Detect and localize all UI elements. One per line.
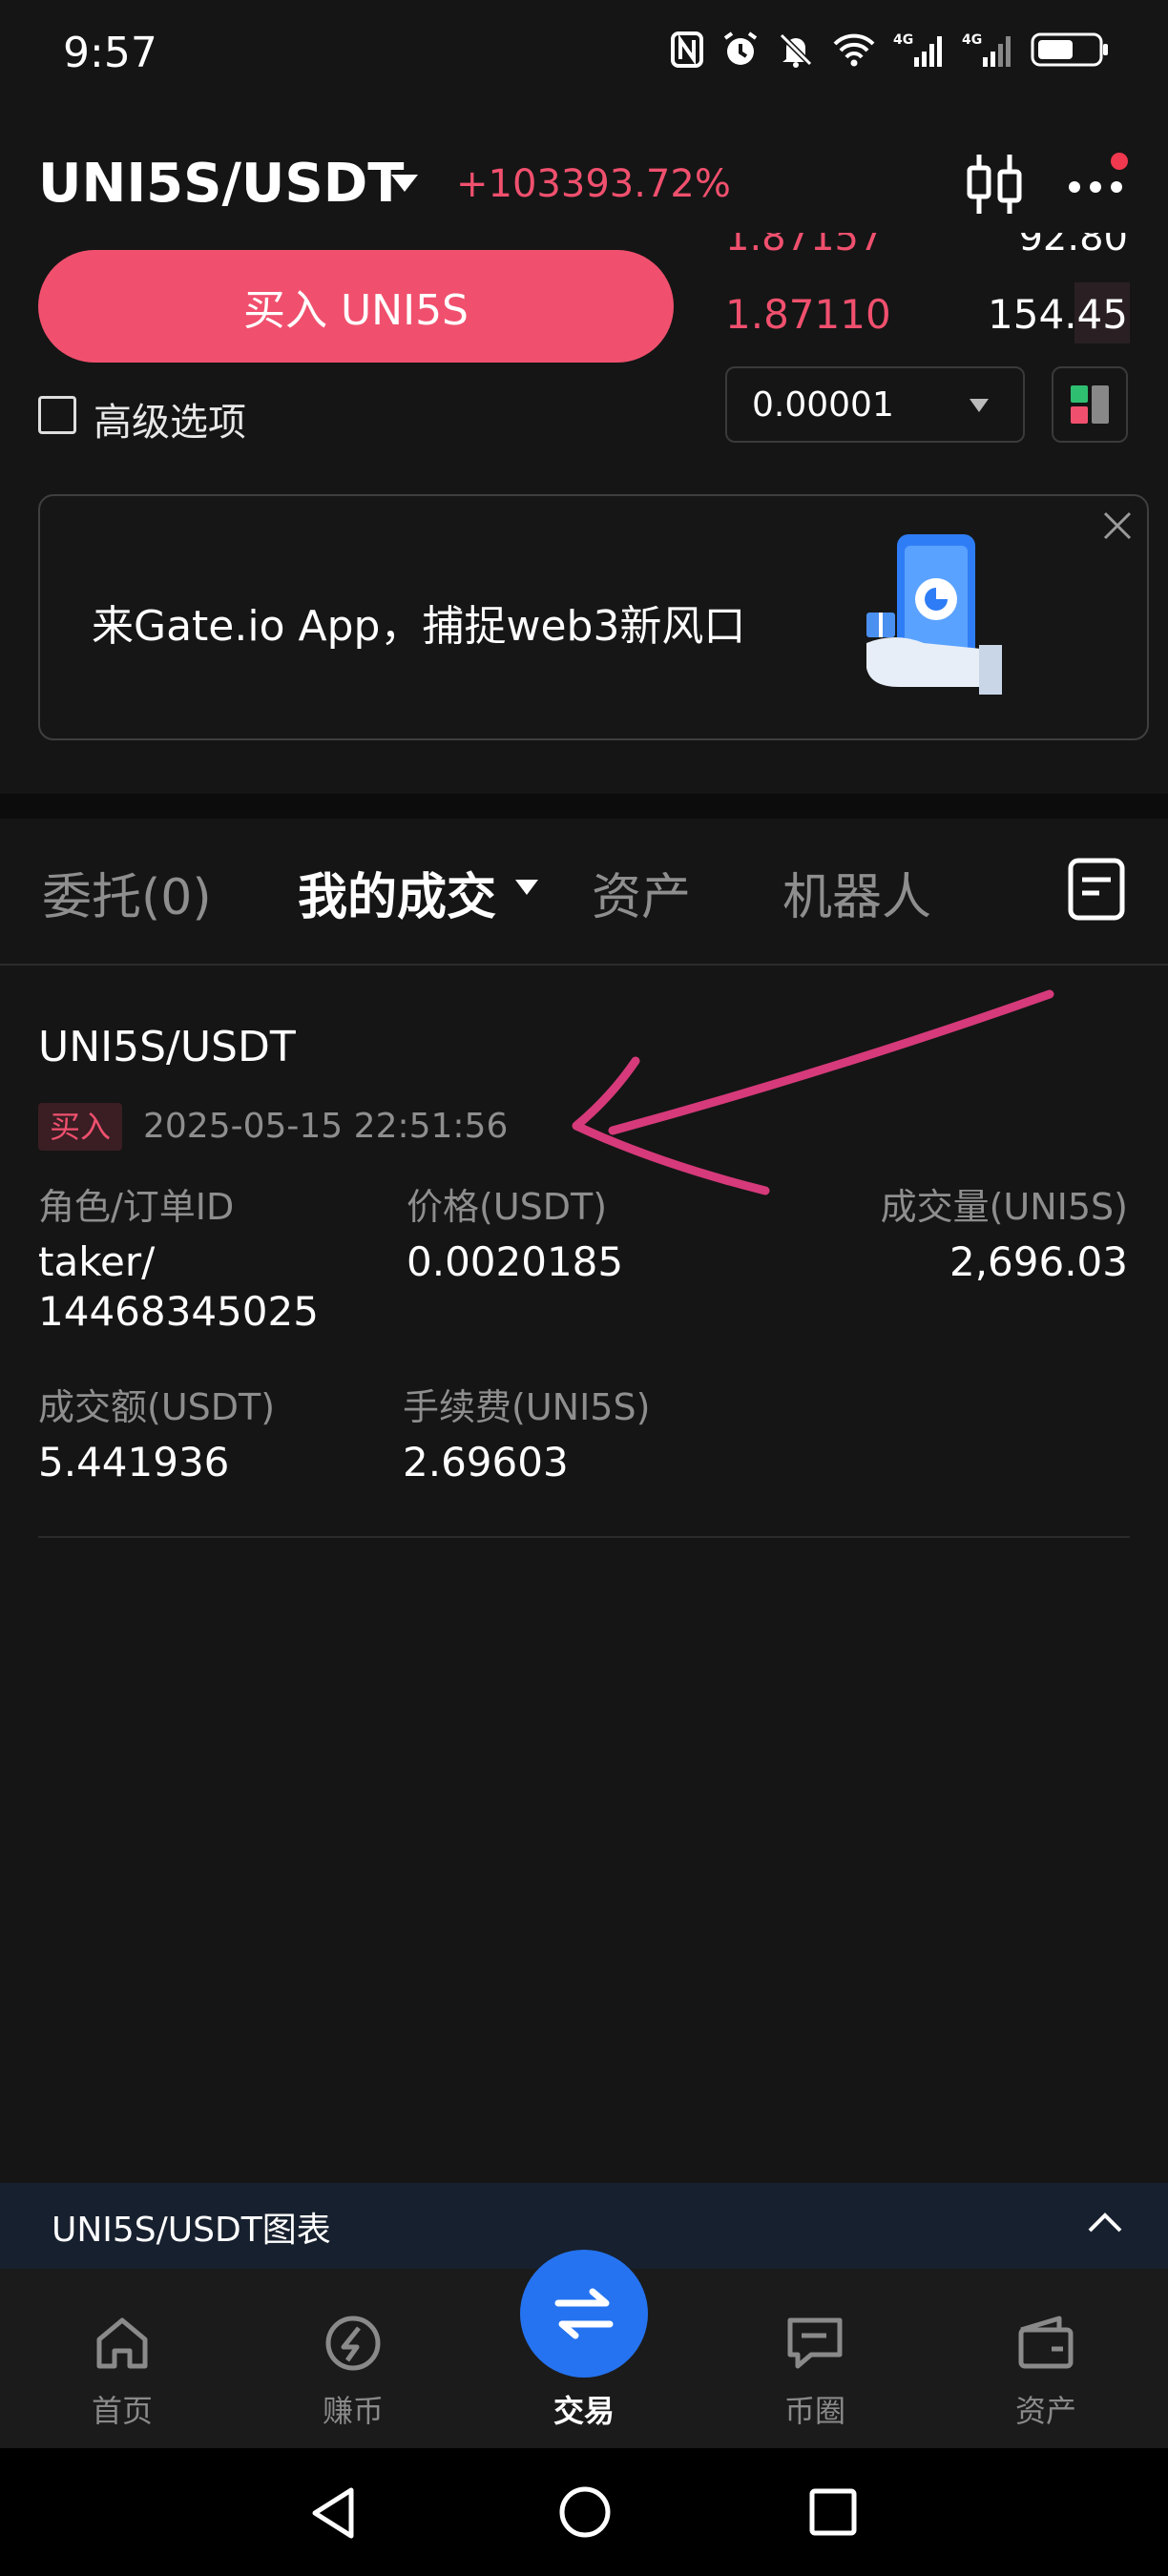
recents-icon[interactable] bbox=[807, 2486, 859, 2538]
notification-dot bbox=[1111, 153, 1128, 170]
trade-pair: UNI5S/USDT bbox=[38, 1023, 296, 1071]
wifi-icon bbox=[832, 32, 876, 67]
nfc-icon bbox=[670, 31, 704, 69]
phone-illustration-icon bbox=[861, 530, 1013, 706]
nav-community-label: 币圈 bbox=[783, 2393, 845, 2429]
layout-icon bbox=[1071, 385, 1109, 424]
pair-dropdown-icon[interactable] bbox=[391, 175, 418, 192]
mute-icon bbox=[777, 31, 815, 69]
nav-home-label: 首页 bbox=[91, 2393, 153, 2429]
amount-value: 5.441936 bbox=[38, 1439, 230, 1485]
close-icon[interactable] bbox=[1101, 509, 1134, 546]
nav-trade-button[interactable] bbox=[520, 2250, 648, 2378]
home-circle-icon[interactable] bbox=[557, 2484, 613, 2540]
promo-banner[interactable]: 来Gate.io App，捕捉web3新风口 bbox=[38, 494, 1149, 740]
promo-banner-text: 来Gate.io App，捕捉web3新风口 bbox=[92, 602, 746, 651]
nav-earn-label: 赚币 bbox=[322, 2393, 384, 2429]
chevron-down-icon bbox=[970, 399, 989, 412]
wallet-icon bbox=[1018, 2316, 1074, 2369]
trade-swap-icon bbox=[554, 2288, 614, 2339]
chart-toggle-label: UNI5S/USDT图表 bbox=[52, 2211, 331, 2250]
tab-assets[interactable]: 资产 bbox=[592, 857, 691, 928]
nav-assets[interactable]: 资产 bbox=[970, 2311, 1122, 2431]
precision-value: 0.00001 bbox=[752, 384, 894, 425]
trade-time: 2025-05-15 22:51:56 bbox=[143, 1107, 509, 1146]
side-badge: 买入 bbox=[38, 1103, 123, 1151]
earn-icon bbox=[325, 2316, 381, 2371]
document-icon[interactable] bbox=[1067, 857, 1126, 925]
back-icon[interactable] bbox=[307, 2484, 361, 2542]
annotation-arrow-icon bbox=[572, 989, 1054, 1195]
signal-4g-icon: 4G bbox=[893, 31, 945, 69]
status-bar: 9:57 4G 4G bbox=[0, 0, 1168, 114]
advanced-options-checkbox[interactable] bbox=[38, 396, 76, 434]
app-screen: 9:57 4G 4G UNI5S/USDT +103393.72% 买入 UNI… bbox=[0, 0, 1168, 2576]
price-change: +103393.72% bbox=[456, 162, 731, 206]
system-nav-bar bbox=[0, 2448, 1168, 2576]
bottom-nav: 首页 赚币 交易 币圈 资产 bbox=[0, 2250, 1168, 2448]
candlestick-chart-icon[interactable] bbox=[964, 151, 1025, 221]
orderbook-ask-qty: 92.80 bbox=[1018, 233, 1128, 260]
fee-label: 手续费(UNI5S) bbox=[403, 1386, 651, 1428]
orderbook-ask-price[interactable]: 1.87110 bbox=[725, 291, 891, 338]
fee-value: 2.69603 bbox=[403, 1439, 569, 1485]
tab-my-trades[interactable]: 我的成交 bbox=[298, 857, 496, 928]
amount-label: 成交额(USDT) bbox=[38, 1386, 276, 1428]
buy-button[interactable]: 买入 UNI5S bbox=[38, 250, 674, 363]
signal-4g-icon: 4G bbox=[962, 31, 1013, 69]
order-tabs: 委托(0) 我的成交 资产 机器人 bbox=[0, 819, 1168, 966]
price-value: 0.0020185 bbox=[407, 1238, 624, 1285]
advanced-options-label[interactable]: 高级选项 bbox=[94, 391, 246, 447]
nav-assets-label: 资产 bbox=[1014, 2393, 1076, 2429]
orderbook-ask-qty: 154.45 bbox=[988, 291, 1128, 338]
svg-text:4G: 4G bbox=[893, 32, 913, 48]
chevron-down-icon[interactable] bbox=[515, 880, 538, 895]
svg-text:4G: 4G bbox=[962, 32, 982, 48]
nav-trade-label[interactable]: 交易 bbox=[520, 2387, 648, 2431]
precision-select[interactable]: 0.00001 bbox=[725, 366, 1025, 443]
orderbook-layout-button[interactable] bbox=[1052, 366, 1128, 443]
pair-selector[interactable]: UNI5S/USDT bbox=[38, 153, 404, 215]
orderbook-ask-price: 1.87157 bbox=[725, 233, 884, 260]
nav-earn[interactable]: 赚币 bbox=[277, 2311, 429, 2431]
community-icon bbox=[787, 2317, 843, 2369]
record-divider bbox=[38, 1536, 1130, 1538]
status-time: 9:57 bbox=[63, 29, 157, 77]
tab-bots[interactable]: 机器人 bbox=[782, 857, 931, 928]
chevron-up-icon[interactable] bbox=[1084, 2202, 1126, 2248]
home-icon bbox=[96, 2317, 148, 2369]
section-divider bbox=[0, 794, 1168, 819]
status-icons: 4G 4G bbox=[670, 31, 1111, 69]
battery-icon bbox=[1031, 31, 1111, 69]
nav-home[interactable]: 首页 bbox=[46, 2311, 198, 2431]
volume-value: 2,696.03 bbox=[949, 1238, 1128, 1285]
tab-orders[interactable]: 委托(0) bbox=[42, 857, 212, 928]
alarm-icon bbox=[721, 31, 760, 69]
role-label: 角色/订单ID bbox=[38, 1186, 235, 1228]
order-id-value[interactable]: 14468345025 bbox=[38, 1288, 319, 1335]
nav-community[interactable]: 币圈 bbox=[739, 2311, 891, 2431]
role-value: taker/ bbox=[38, 1238, 156, 1285]
